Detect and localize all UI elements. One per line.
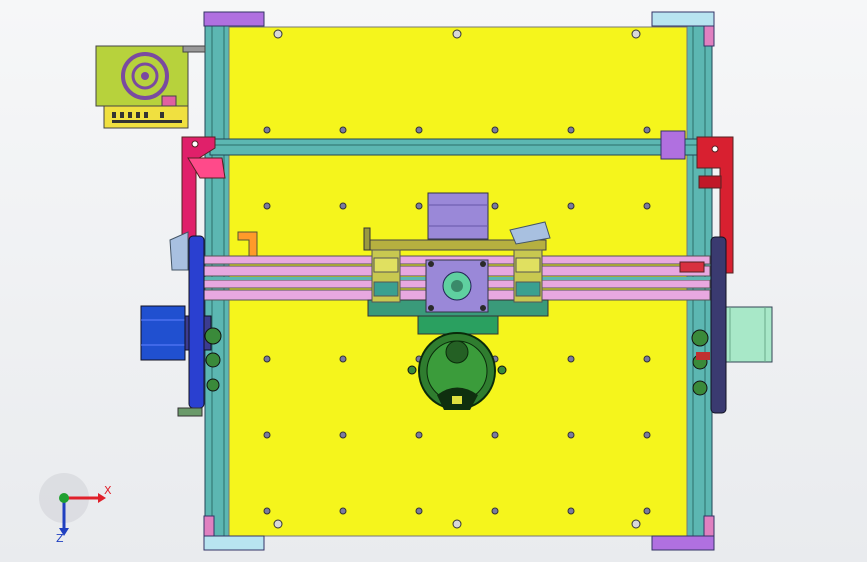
top-cross-rail[interactable] [209, 138, 716, 156]
mounting-hole-icon [263, 126, 271, 134]
mounting-hole-icon [339, 126, 347, 134]
mounting-hole-icon [643, 126, 651, 134]
mounting-hole-icon [491, 202, 499, 210]
mounting-hole-icon [567, 355, 575, 363]
mounting-hole-icon [567, 202, 575, 210]
mounting-hole-icon [339, 431, 347, 439]
mounting-hole-icon [491, 126, 499, 134]
mounting-hole-icon [263, 202, 271, 210]
mounting-hole-icon [643, 202, 651, 210]
mounting-hole-icon [631, 29, 641, 39]
mounting-hole-icon [339, 355, 347, 363]
mounting-hole-icon [263, 507, 271, 515]
x-axis-label: X [104, 484, 112, 497]
controller-board[interactable] [95, 45, 206, 129]
mounting-hole-icon [415, 507, 423, 515]
axis-triad[interactable]: X Z [39, 473, 112, 545]
mounting-hole-icon [643, 355, 651, 363]
mounting-hole-icon [567, 126, 575, 134]
cross-rail-block-right [660, 130, 686, 160]
mounting-hole-icon [567, 431, 575, 439]
mounting-hole-icon [263, 431, 271, 439]
mounting-hole-icon [415, 431, 423, 439]
mounting-hole-icon [452, 519, 462, 529]
y-axis-dot [59, 493, 69, 503]
mounting-hole-icon [452, 29, 462, 39]
mounting-hole-icon [273, 29, 283, 39]
mounting-hole-icon [415, 202, 423, 210]
mounting-hole-icon [415, 126, 423, 134]
cad-viewport[interactable]: X Z [0, 0, 867, 562]
mounting-hole-icon [491, 431, 499, 439]
mounting-hole-icon [273, 519, 283, 529]
mounting-hole-icon [631, 519, 641, 529]
mounting-hole-icon [263, 355, 271, 363]
y-motor-right[interactable] [721, 306, 773, 363]
mounting-hole-icon [339, 507, 347, 515]
mounting-hole-icon [643, 431, 651, 439]
mounting-hole-icon [491, 507, 499, 515]
mounting-hole-icon [339, 202, 347, 210]
mounting-hole-icon [567, 507, 575, 515]
mounting-hole-icon [643, 507, 651, 515]
z-axis-label: Z [56, 532, 64, 545]
